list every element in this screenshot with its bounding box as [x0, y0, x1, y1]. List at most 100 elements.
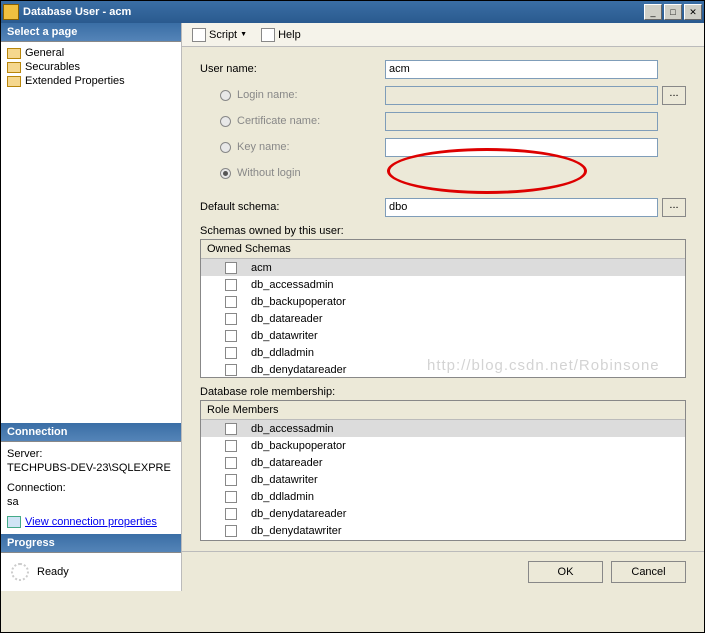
roles-label: Database role membership:	[200, 386, 686, 398]
left-panel: Select a page General Securables Extende…	[1, 23, 181, 591]
login-browse-button[interactable]: ...	[662, 86, 686, 105]
key-name-input[interactable]	[385, 138, 658, 157]
schemas-body[interactable]: acmdb_accessadmindb_backupoperator db_dat…	[201, 259, 685, 377]
page-icon	[7, 62, 21, 73]
checkbox[interactable]	[225, 279, 237, 291]
user-name-row: User name: acm	[200, 59, 686, 79]
main-layout: Select a page General Securables Extende…	[1, 23, 704, 591]
connection-section: Server: TECHPUBS-DEV-23\SQLEXPRE Connect…	[1, 442, 181, 534]
help-button[interactable]: Help	[257, 26, 305, 44]
help-icon	[261, 28, 275, 42]
cert-name-label: Certificate name:	[200, 115, 385, 127]
server-value: TECHPUBS-DEV-23\SQLEXPRE	[7, 462, 175, 474]
role-row[interactable]: db_datawriter	[201, 471, 685, 488]
schema-row[interactable]: db_accessadmin	[201, 276, 685, 293]
nav-extended-properties[interactable]: Extended Properties	[5, 74, 177, 88]
role-name: db_backupoperator	[237, 440, 346, 452]
role-row[interactable]: db_denydatareader	[201, 505, 685, 522]
role-name: db_denydatareader	[237, 508, 346, 520]
schema-name: db_datareader	[237, 313, 323, 325]
nav-general[interactable]: General	[5, 46, 177, 60]
checkbox[interactable]	[225, 525, 237, 537]
dialog-buttons: OK Cancel	[182, 551, 704, 591]
toolbar: Script▼ Help	[182, 23, 704, 47]
schema-row[interactable]: acm	[201, 259, 685, 276]
role-name: db_datareader	[237, 457, 323, 469]
role-name: db_ddladmin	[237, 491, 314, 503]
minimize-button[interactable]: _	[644, 4, 662, 20]
checkbox[interactable]	[225, 313, 237, 325]
content-area: http://blog.csdn.net/Robinsone User name…	[182, 47, 704, 551]
schema-name: db_denydatareader	[237, 364, 346, 376]
page-nav: General Securables Extended Properties	[1, 42, 181, 92]
schema-row[interactable]: db_datawriter	[201, 327, 685, 344]
key-name-label: Key name:	[200, 141, 385, 153]
login-name-label: Login name:	[200, 89, 385, 101]
default-schema-row: Default schema: dbo ...	[200, 197, 686, 217]
cert-name-input	[385, 112, 658, 131]
page-icon	[7, 76, 21, 87]
roles-body[interactable]: db_accessadmin db_backupoperator db_datare…	[201, 420, 685, 540]
help-label: Help	[278, 29, 301, 41]
nav-securables[interactable]: Securables	[5, 60, 177, 74]
window-title: Database User - acm	[23, 6, 644, 18]
login-name-radio	[220, 90, 231, 101]
nav-label: Extended Properties	[25, 75, 125, 87]
role-row[interactable]: db_ddladmin	[201, 488, 685, 505]
checkbox[interactable]	[225, 508, 237, 520]
cert-name-row: Certificate name:	[200, 111, 686, 131]
without-login-label: Without login	[200, 167, 385, 179]
default-schema-input[interactable]: dbo	[385, 198, 658, 217]
script-label: Script	[209, 29, 237, 41]
checkbox[interactable]	[225, 296, 237, 308]
role-name: db_accessadmin	[237, 423, 334, 435]
view-connection-link[interactable]: View connection properties	[25, 516, 157, 528]
schema-name: db_ddladmin	[237, 347, 314, 359]
checkbox[interactable]	[225, 423, 237, 435]
schema-row[interactable]: db_ddladmin	[201, 344, 685, 361]
nav-label: General	[25, 47, 64, 59]
script-button[interactable]: Script▼	[188, 26, 251, 44]
role-row[interactable]: db_backupoperator	[201, 437, 685, 454]
ok-button[interactable]: OK	[528, 561, 603, 583]
view-connection-row: View connection properties	[7, 516, 175, 528]
checkbox[interactable]	[225, 491, 237, 503]
cancel-button[interactable]: Cancel	[611, 561, 686, 583]
roles-header: Role Members	[201, 401, 685, 420]
user-name-input[interactable]: acm	[385, 60, 658, 79]
server-label: Server:	[7, 448, 175, 460]
schema-row[interactable]: db_backupoperator	[201, 293, 685, 310]
roles-grid: Role Members db_accessadmin db_backupoper…	[200, 400, 686, 541]
close-button[interactable]: ✕	[684, 4, 702, 20]
progress-section: Ready	[1, 553, 181, 591]
spacer	[1, 92, 181, 423]
user-name-label: User name:	[200, 63, 385, 75]
role-row[interactable]: db_denydatawriter	[201, 522, 685, 539]
checkbox[interactable]	[225, 364, 237, 376]
schema-browse-button[interactable]: ...	[662, 198, 686, 217]
schemas-header: Owned Schemas	[201, 240, 685, 259]
checkbox[interactable]	[225, 347, 237, 359]
script-icon	[192, 28, 206, 42]
window-icon	[3, 4, 19, 20]
checkbox[interactable]	[225, 330, 237, 342]
titlebar: Database User - acm _ □ ✕	[1, 1, 704, 23]
checkbox[interactable]	[225, 457, 237, 469]
checkbox[interactable]	[225, 262, 237, 274]
role-row[interactable]: db_accessadmin	[201, 420, 685, 437]
spinner-icon	[11, 563, 29, 581]
login-name-row: Login name: ...	[200, 85, 686, 105]
maximize-button[interactable]: □	[664, 4, 682, 20]
schema-row[interactable]: db_denydatareader	[201, 361, 685, 377]
role-row[interactable]: db_datareader	[201, 454, 685, 471]
checkbox[interactable]	[225, 440, 237, 452]
progress-status: Ready	[37, 566, 69, 578]
window-controls: _ □ ✕	[644, 4, 702, 20]
key-name-radio	[220, 142, 231, 153]
without-login-radio	[220, 168, 231, 179]
schema-row[interactable]: db_datareader	[201, 310, 685, 327]
checkbox[interactable]	[225, 474, 237, 486]
schemas-grid: Owned Schemas acmdb_accessadmindb_backup…	[200, 239, 686, 378]
properties-icon	[7, 516, 21, 528]
role-name: db_denydatawriter	[237, 525, 342, 537]
